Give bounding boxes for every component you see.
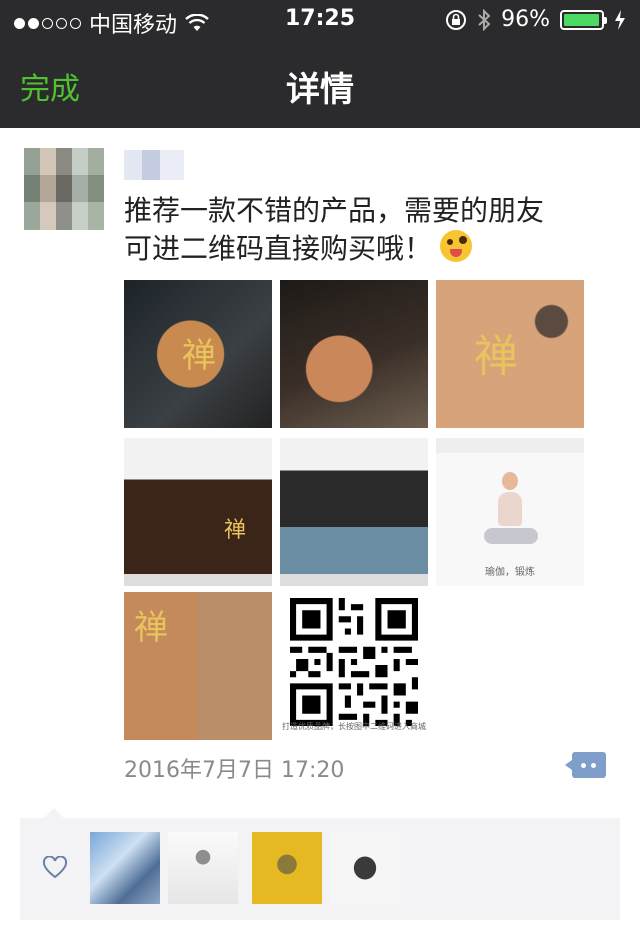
post-text-line-2: 可进二维码直接购买哦！ <box>124 230 604 268</box>
liker-avatar-1[interactable] <box>90 832 160 904</box>
nav-bar: 完成 详情 <box>0 40 640 128</box>
liker-avatar-2[interactable] <box>168 832 238 904</box>
liker-avatar-4[interactable] <box>330 832 400 904</box>
status-bar: 中国移动 17:25 96% <box>0 0 640 40</box>
qr-code-icon <box>290 598 418 726</box>
battery-icon <box>560 9 607 30</box>
image-tile-4[interactable]: 禅 <box>124 438 272 586</box>
yoga-caption: 瑜伽，锻炼 <box>485 567 535 578</box>
zen-mark: 禅 <box>134 608 168 648</box>
likes-panel <box>20 808 620 920</box>
image-tile-1[interactable]: 禅 <box>124 280 272 428</box>
winking-tongue-emoji-icon <box>440 230 473 262</box>
post-text-line-1: 推荐一款不错的产品，需要的朋友 <box>124 194 545 227</box>
battery-percent: 96% <box>501 7 550 32</box>
zen-mark: 禅 <box>474 331 518 382</box>
post-timestamp: 2016年7月7日 17:20 <box>124 758 345 783</box>
zen-mark: 禅 <box>224 518 247 543</box>
image-tile-6[interactable]: 瑜伽，锻炼 <box>436 438 584 586</box>
qr-caption: 打造优质品牌，长按图中二维码进入商城 <box>282 722 426 731</box>
rotation-lock-icon <box>446 9 467 30</box>
zen-mark: 禅 <box>182 336 216 376</box>
battery-fill <box>564 13 599 26</box>
avatar[interactable] <box>24 148 104 230</box>
comment-button[interactable] <box>565 752 606 778</box>
image-tile-5[interactable] <box>280 438 428 586</box>
image-tile-7[interactable]: 禅 <box>124 592 272 740</box>
top-bar: 中国移动 17:25 96% 完成 详情 <box>0 0 640 128</box>
status-right: 96% <box>445 7 626 32</box>
page-title: 详情 <box>286 70 354 110</box>
username-blurred[interactable] <box>124 150 184 180</box>
image-tile-3[interactable]: 禅 <box>436 280 584 428</box>
bluetooth-icon <box>478 8 491 31</box>
image-tile-2[interactable] <box>280 280 428 428</box>
heart-icon <box>42 856 68 879</box>
liker-avatar-3[interactable] <box>252 832 322 904</box>
qr-code-tile[interactable]: 打造优质品牌，长按图中二维码进入商城 <box>280 592 428 740</box>
charging-icon <box>615 9 625 30</box>
post-text: 推荐一款不错的产品，需要的朋友 可进二维码直接购买哦！ <box>124 192 604 268</box>
yoga-figure <box>480 468 540 558</box>
